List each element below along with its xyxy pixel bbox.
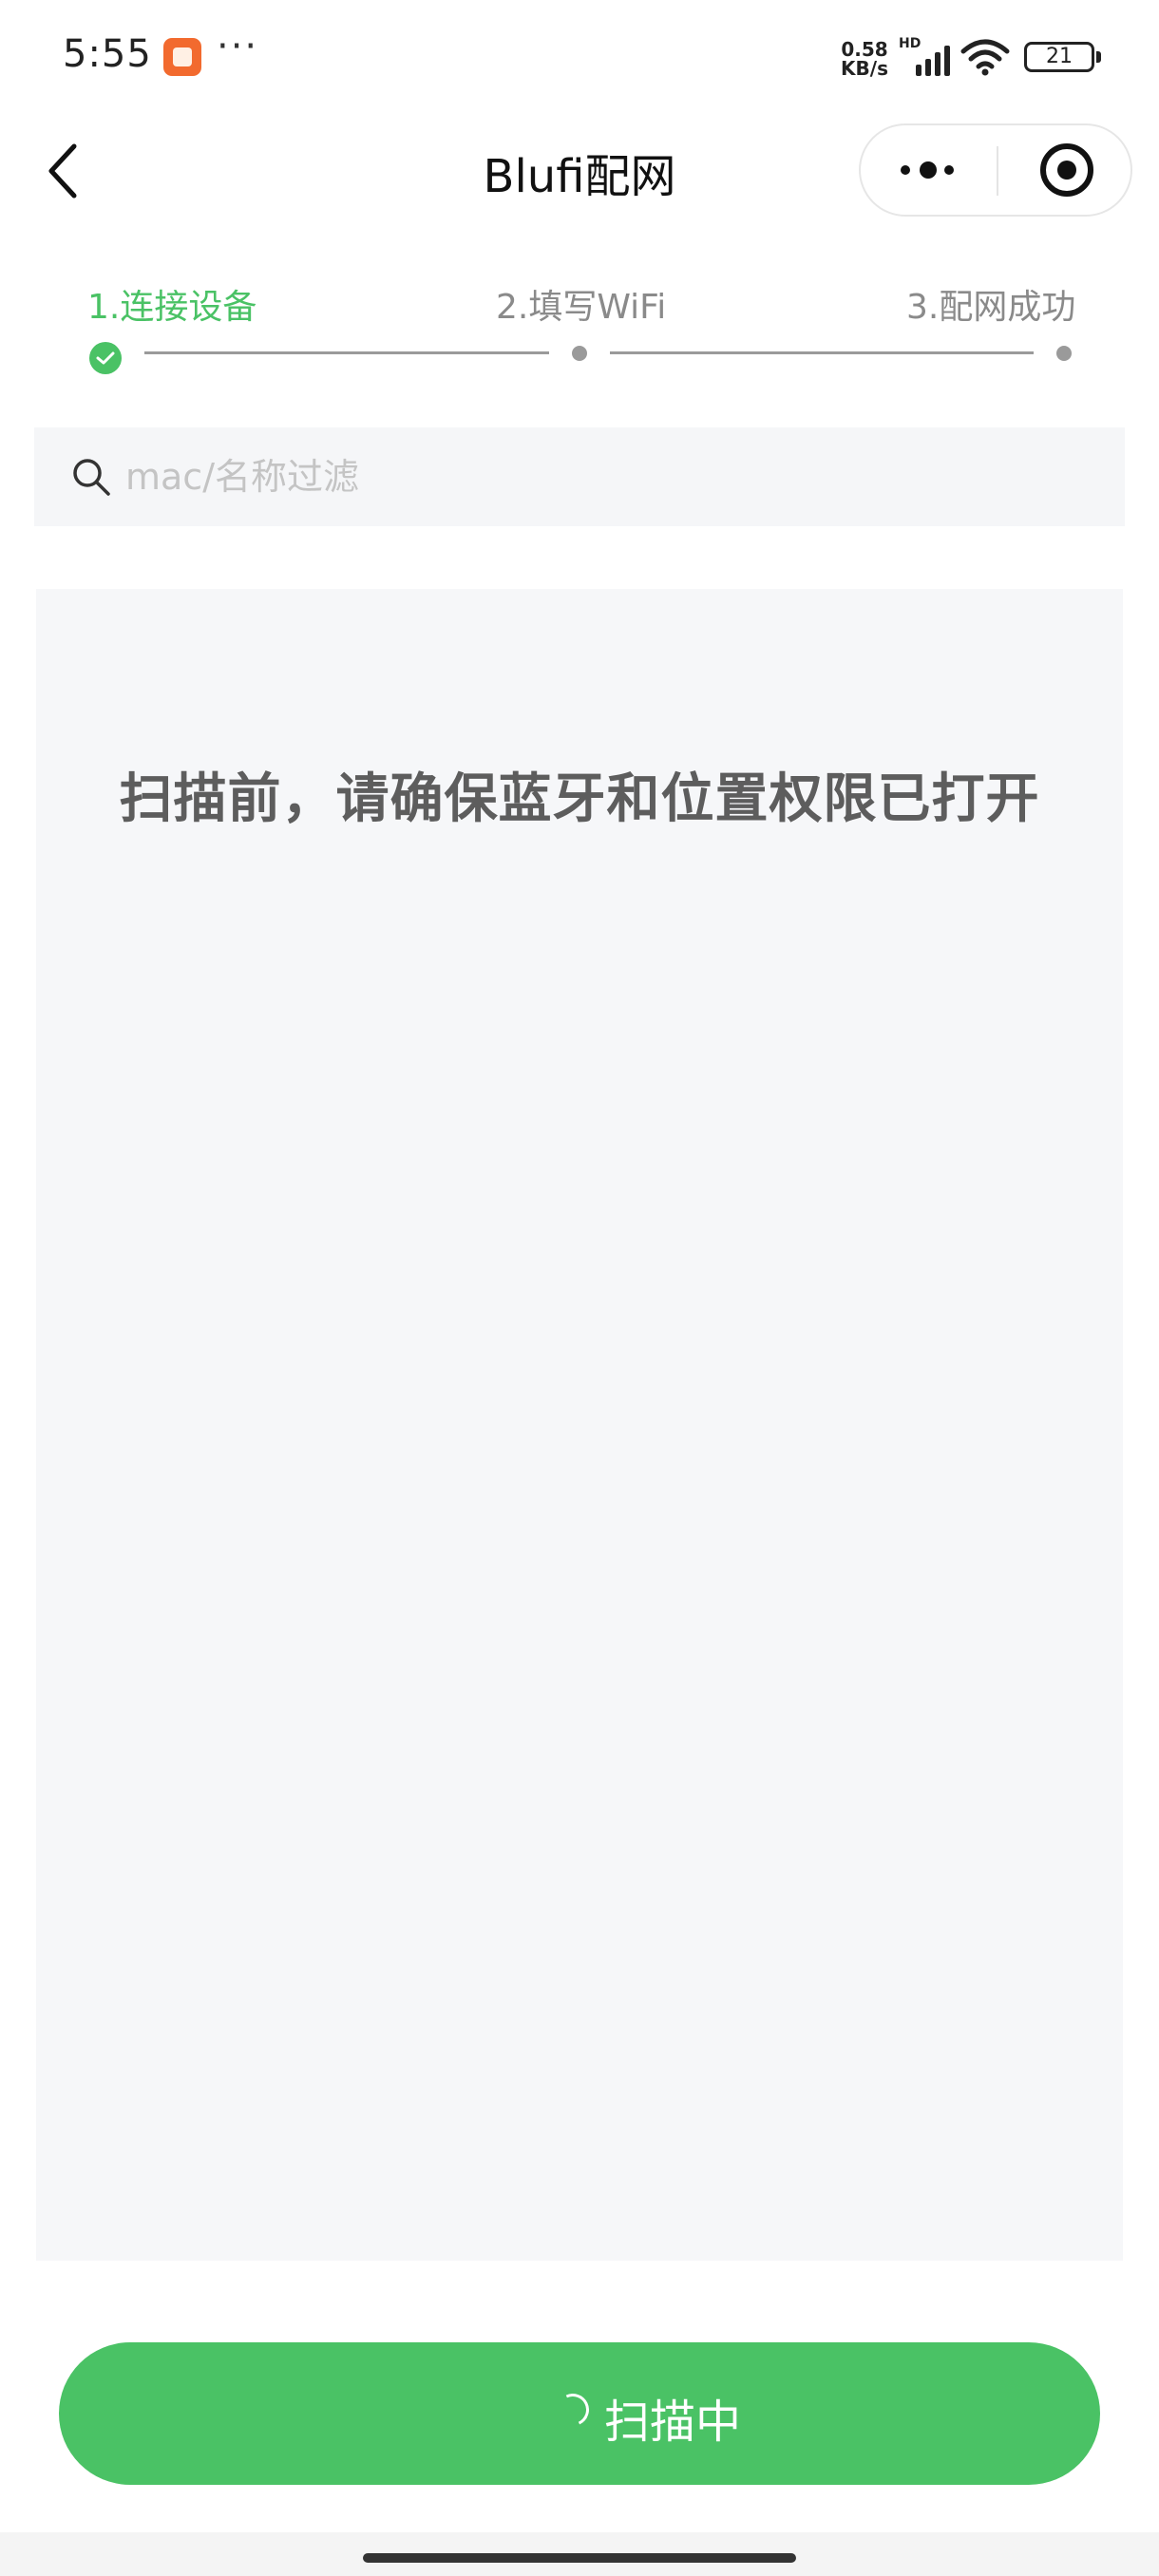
battery-level: 21: [1046, 45, 1073, 68]
hd-label: HD: [899, 36, 922, 51]
step-2-dot: [572, 346, 587, 361]
empty-state-tip: 扫描前，请确保蓝牙和位置权限已打开: [119, 768, 1040, 830]
target-circle-icon: [1040, 143, 1093, 197]
cellular-signal-icon: HD: [899, 36, 952, 76]
scan-button[interactable]: 扫描中: [59, 2342, 1100, 2485]
loading-spinner-icon: [552, 2389, 594, 2431]
search-icon: [73, 459, 110, 496]
blufi-config-page: 5:55 ··· 0.58 KB/s HD 21 Blufi配网 1.连接设备 …: [0, 0, 1159, 2576]
mini-program-capsule: [859, 123, 1132, 217]
step-connector-1: [144, 351, 549, 354]
step-3-dot: [1056, 346, 1072, 361]
more-notifications-indicator: ···: [217, 25, 259, 68]
step-1-check-icon: [89, 342, 122, 374]
battery-icon: 21: [1024, 42, 1101, 72]
network-speed-value: 0.58: [841, 38, 888, 61]
scan-button-label: 扫描中: [604, 2396, 742, 2449]
step-connector-2: [610, 351, 1034, 354]
home-indicator[interactable]: [363, 2553, 796, 2563]
device-filter-input[interactable]: [125, 437, 1094, 517]
status-bar: 5:55 ··· 0.58 KB/s HD 21: [0, 0, 1159, 114]
network-speed: 0.58 KB/s: [836, 40, 893, 78]
status-time: 5:55: [63, 32, 152, 76]
system-navigation-strip: [0, 2532, 1159, 2576]
step-indicator: 1.连接设备 2.填写WiFi 3.配网成功: [0, 266, 1159, 380]
device-list: 扫描前，请确保蓝牙和位置权限已打开: [36, 589, 1123, 2261]
step-2-label: 2.填写WiFi: [496, 288, 667, 327]
wifi-icon: [960, 39, 1010, 76]
step-1-label: 1.连接设备: [87, 288, 257, 327]
network-speed-unit: KB/s: [841, 57, 888, 80]
more-menu-button[interactable]: [861, 125, 997, 215]
search-box: [34, 427, 1125, 526]
close-mini-program-button[interactable]: [998, 125, 1132, 215]
more-dots-icon: [901, 165, 910, 175]
navigation-bar: Blufi配网: [0, 114, 1159, 228]
step-3-label: 3.配网成功: [906, 288, 1076, 327]
app-notification-icon: [163, 38, 201, 76]
